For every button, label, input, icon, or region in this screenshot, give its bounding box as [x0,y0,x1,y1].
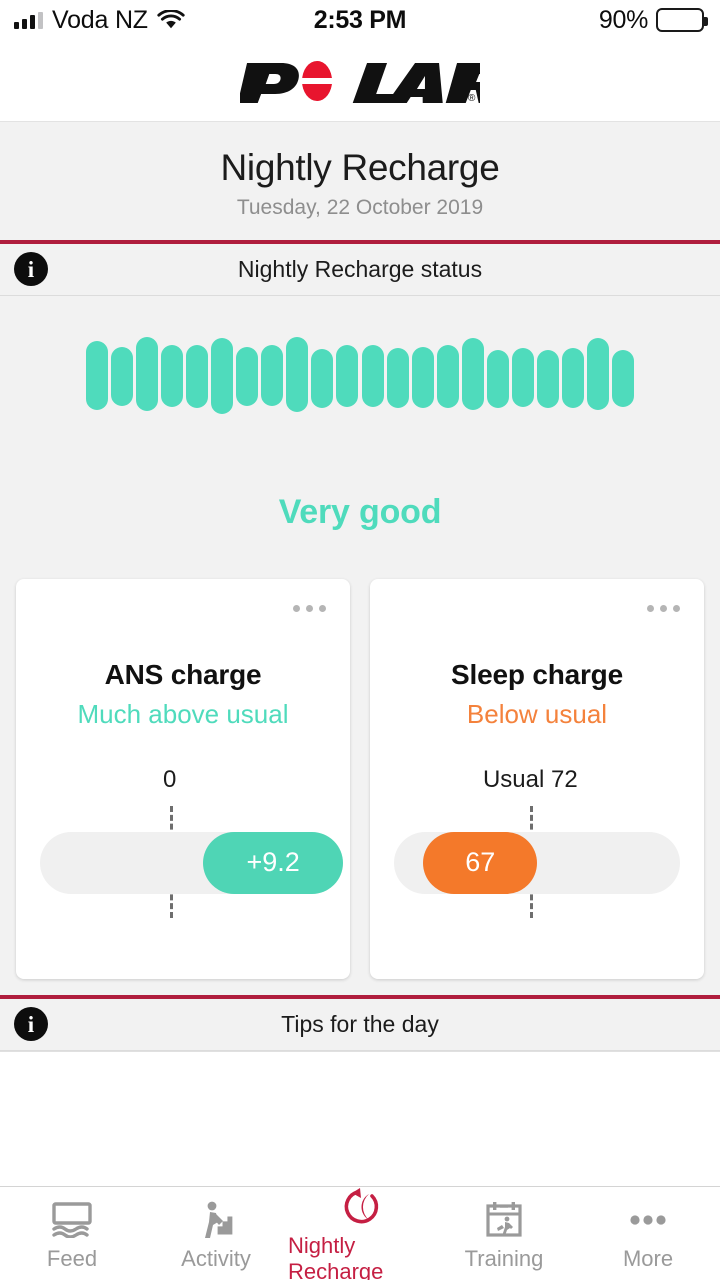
nightly-recharge-chart: Very good [0,296,720,579]
card-ans-charge[interactable]: ANS charge Much above usual 0 +9.2 [16,579,350,979]
chart-bar [612,350,634,407]
chart-bar [512,348,534,407]
more-dots-icon [627,1200,669,1240]
card-title: Sleep charge [451,659,623,691]
cellular-signal-icon [14,12,43,29]
tab-feed[interactable]: Feed [0,1187,144,1280]
chart-bar [537,350,559,408]
gauge-fill: +9.2 [203,832,343,894]
battery-icon [656,8,704,32]
card-status: Below usual [467,699,607,730]
more-options-icon[interactable] [293,605,326,612]
bar-chart [86,337,634,422]
bottom-tab-bar: Feed Activity Nightly Recharge [0,1186,720,1280]
charge-cards: ANS charge Much above usual 0 +9.2 Sleep… [0,579,720,995]
gauge-fill: 67 [423,832,537,894]
chart-bar [111,347,133,406]
tab-label: Feed [47,1246,97,1272]
activity-stairs-icon [195,1200,237,1240]
tab-label: More [623,1246,673,1272]
chart-bar [261,345,283,406]
title-block: Nightly Recharge Tuesday, 22 October 201… [0,122,720,240]
chart-bar [387,348,409,408]
chart-bar [412,347,434,408]
section-title-tips: Tips for the day [0,1011,720,1038]
gauge-reference-label: Usual 72 [483,766,578,794]
chart-bar [136,337,158,411]
tab-nightly-recharge[interactable]: Nightly Recharge [288,1187,432,1280]
more-options-icon[interactable] [647,605,680,612]
chart-bar [86,341,108,410]
page-date: Tuesday, 22 October 2019 [0,196,720,220]
tab-label: Nightly Recharge [288,1233,432,1280]
gauge-reference-label: 0 [163,766,176,794]
chart-bar [236,347,258,406]
ans-gauge: 0 +9.2 [16,766,350,926]
section-header-status[interactable]: i Nightly Recharge status [0,240,720,296]
tab-more[interactable]: More [576,1187,720,1280]
section-header-tips[interactable]: i Tips for the day [0,995,720,1051]
battery-percent-label: 90% [599,6,648,35]
training-calendar-icon [483,1200,525,1240]
chart-bar [462,338,484,410]
status-bar: Voda NZ 2:53 PM 90% [0,0,720,40]
chart-bar [487,350,509,408]
polar-logo: ® [240,59,480,103]
card-title: ANS charge [105,659,262,691]
tab-label: Training [465,1246,544,1272]
chart-bar [186,345,208,408]
chart-bar [211,338,233,414]
page-content: Nightly Recharge Tuesday, 22 October 201… [0,122,720,1107]
status-bar-right: 90% [599,6,704,35]
chart-bar [362,345,384,407]
card-status: Much above usual [77,699,288,730]
chart-bar [562,348,584,408]
chart-bar [286,337,308,412]
carrier-label: Voda NZ [52,6,148,35]
nightly-recharge-icon [338,1187,382,1227]
card-sleep-charge[interactable]: Sleep charge Below usual Usual 72 67 [370,579,704,979]
registered-mark: ® [468,93,476,104]
chart-bar [437,345,459,408]
tab-training[interactable]: Training [432,1187,576,1280]
chart-bar [161,345,183,407]
chart-bar [336,345,358,407]
wifi-icon [157,10,185,30]
tab-activity[interactable]: Activity [144,1187,288,1280]
sleep-gauge: Usual 72 67 [370,766,704,926]
tips-content-area [0,1051,720,1107]
chart-bar [311,349,333,408]
status-bar-left: Voda NZ [14,6,185,35]
section-title-status: Nightly Recharge status [0,256,720,283]
page-title: Nightly Recharge [0,149,720,188]
app-logo-bar: ® [0,40,720,122]
verdict-label: Very good [279,493,442,532]
chart-bar [587,338,609,410]
feed-icon [51,1200,93,1240]
tab-label: Activity [181,1246,251,1272]
